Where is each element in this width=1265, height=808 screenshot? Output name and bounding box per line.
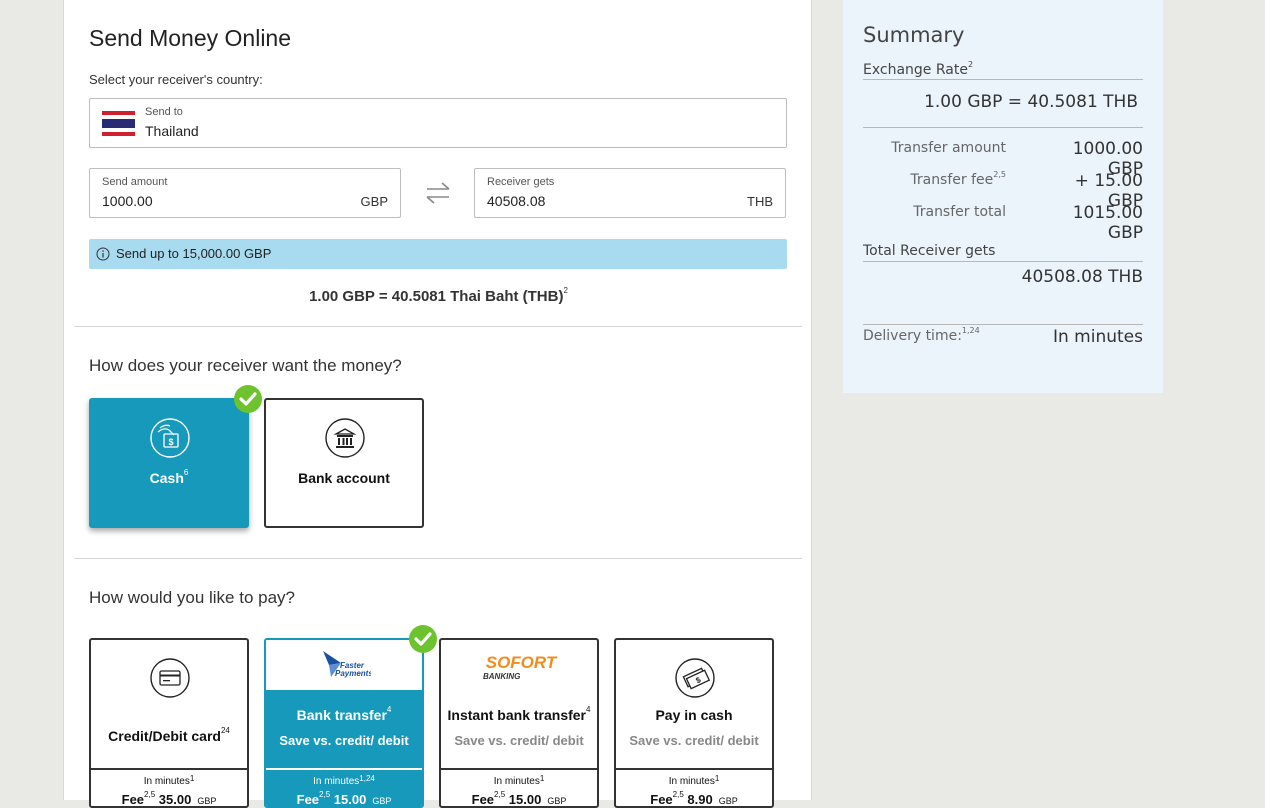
send-to-label: Send to <box>145 106 183 118</box>
selected-check-icon <box>234 385 262 413</box>
receive-option-bank-account[interactable]: Bank account <box>264 398 424 528</box>
send-money-form: Send Money Online Select your receiver's… <box>63 0 812 808</box>
summary-divider <box>863 127 1143 128</box>
faster-payments-logo: Faster Payments <box>323 651 371 678</box>
pay-option-instant-bank-transfer[interactable]: SOFORT BANKING Instant bank transfer4 Sa… <box>439 638 599 808</box>
receiver-gets-value[interactable]: 40508.08 <box>487 193 545 209</box>
pay-method-title: How would you like to pay? <box>89 588 296 607</box>
pay-option-label: Pay in cash <box>655 707 733 723</box>
receive-option-cash-label: Cash6 <box>149 468 189 486</box>
summary-divider <box>863 324 1143 325</box>
total-receiver-value: 40508.08 THB <box>1021 267 1143 287</box>
country-select[interactable]: Send to Thailand <box>89 98 787 148</box>
send-limit-text: Send up to 15,000.00 GBP <box>116 246 272 261</box>
cash-stack-icon: $ <box>675 658 715 698</box>
bank-icon <box>325 418 365 458</box>
pay-option-credit-debit-card[interactable]: Credit/Debit card24 In minutes1 Fee2,5 3… <box>89 638 249 808</box>
delivery-time-value: In minutes <box>1052 327 1143 347</box>
delivery-speed: In minutes1 <box>493 774 545 787</box>
pay-option-label: Credit/Debit card24 <box>108 726 230 744</box>
delivery-speed: In minutes1,24 <box>313 774 375 787</box>
summary-title: Summary <box>863 23 965 47</box>
total-receiver-label: Total Receiver gets <box>863 243 996 259</box>
sofort-logo: SOFORT BANKING <box>483 653 558 681</box>
svg-text:Payments: Payments <box>335 669 371 678</box>
receive-option-bank-label: Bank account <box>298 470 390 486</box>
summary-panel: Summary Exchange Rate2 1.00 GBP = 40.508… <box>843 0 1163 393</box>
receiver-gets-input[interactable]: Receiver gets 40508.08 THB <box>474 168 786 218</box>
country-label: Select your receiver's country: <box>89 72 263 87</box>
cash-hand-icon: $ <box>150 418 190 458</box>
send-amount-value[interactable]: 1000.00 <box>102 193 153 209</box>
summary-divider <box>863 79 1143 80</box>
info-icon <box>96 247 110 261</box>
pay-option-subtitle: Save vs. credit/ debit <box>454 733 584 748</box>
section-divider <box>74 326 802 327</box>
send-currency: GBP <box>360 194 388 209</box>
svg-text:$: $ <box>168 437 173 447</box>
pay-option-pay-in-cash[interactable]: $ Pay in cash Save vs. credit/ debit In … <box>614 638 774 808</box>
exchange-rate-text: 1.00 GBP = 40.5081 Thai Baht (THB)2 <box>309 286 568 305</box>
receive-option-cash[interactable]: $ Cash6 <box>89 398 249 528</box>
swap-arrows-icon[interactable] <box>424 180 452 206</box>
delivery-speed: In minutes1 <box>143 774 195 787</box>
transfer-total-label: Transfer total <box>913 204 1006 220</box>
summary-divider <box>863 261 1143 262</box>
exchange-rate-value: 1.00 GBP = 40.5081 THB <box>924 92 1138 112</box>
pay-option-label: Bank transfer4 <box>296 705 392 723</box>
delivery-speed: In minutes1 <box>668 774 720 787</box>
selected-check-icon <box>409 625 437 653</box>
section-divider <box>74 558 802 559</box>
send-limit-banner: Send up to 15,000.00 GBP <box>89 239 787 269</box>
pay-option-bank-transfer[interactable]: Faster Payments Bank transfer4 Save vs. … <box>264 638 424 808</box>
send-amount-input[interactable]: Send amount 1000.00 GBP <box>89 168 401 218</box>
svg-text:SOFORT: SOFORT <box>486 653 558 672</box>
pay-option-subtitle: Save vs. credit/ debit <box>279 733 409 748</box>
svg-text:BANKING: BANKING <box>483 672 520 681</box>
pay-option-label: Instant bank transfer4 <box>447 705 591 723</box>
receiver-currency: THB <box>747 194 773 209</box>
country-value: Thailand <box>145 123 199 139</box>
receiver-gets-label: Receiver gets <box>487 176 555 188</box>
receive-method-title: How does your receiver want the money? <box>89 356 402 375</box>
thailand-flag-icon <box>102 111 135 136</box>
exchange-rate-label: Exchange Rate2 <box>863 60 974 78</box>
transfer-fee-label: Transfer fee2,5 <box>910 170 1006 188</box>
pay-option-subtitle: Save vs. credit/ debit <box>629 733 759 748</box>
transfer-total-value: 1015.00GBP <box>1072 203 1143 243</box>
credit-card-icon <box>150 658 190 698</box>
send-amount-label: Send amount <box>102 176 168 188</box>
transfer-amount-label: Transfer amount <box>891 140 1006 156</box>
page-title: Send Money Online <box>89 25 292 51</box>
